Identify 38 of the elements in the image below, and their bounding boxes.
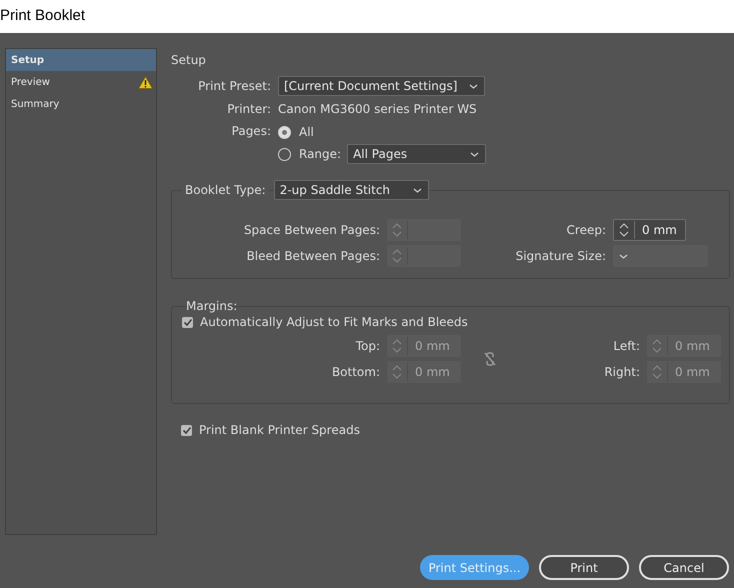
field-label: Left: (612, 339, 640, 353)
window-title: Print Booklet (0, 0, 734, 33)
caret-icon (412, 188, 422, 192)
sidebar-item[interactable]: Summary (6, 93, 156, 115)
checkbox[interactable] (182, 316, 193, 328)
checkbox-label: Automatically Adjust to Fit Marks and Bleeds (200, 315, 468, 329)
booklet-type-dropdown[interactable]: 2-up Saddle Stitch (274, 180, 429, 200)
caret-icon (619, 254, 628, 258)
group-label: Margins: (185, 299, 238, 313)
caret-icon (470, 152, 480, 156)
checkbox-label: Print Blank Printer Spreads (199, 423, 360, 437)
sidebar-item[interactable]: Preview (6, 71, 156, 93)
radio-label: All (299, 125, 314, 139)
field-label: Bottom: (330, 365, 380, 379)
range-dropdown[interactable]: All Pages (347, 144, 486, 164)
preset-dropdown[interactable]: [Current Document Settings] (278, 76, 485, 96)
field-label: Signature Size: (514, 249, 606, 263)
field-label: Space Between Pages: (242, 223, 380, 237)
radio-button[interactable] (278, 148, 291, 160)
warning-icon (138, 76, 153, 88)
dialog-button[interactable]: Print (539, 555, 629, 580)
field-label: Pages: (230, 123, 271, 138)
field-label: Print Preset: (197, 79, 271, 93)
field-label: Printer: (226, 102, 271, 116)
section-title: Setup (171, 52, 207, 69)
radio-button[interactable] (278, 126, 291, 138)
printer-name: Canon MG3600 series Printer WS (278, 102, 478, 116)
dialog-button[interactable]: Cancel (639, 555, 729, 580)
group-label: Booklet Type: (182, 183, 269, 197)
field-label: Bleed Between Pages: (246, 249, 380, 263)
field-label: Top: (354, 339, 380, 353)
field-label: Creep: (566, 223, 606, 237)
number-field[interactable]: 0 mm (613, 219, 686, 241)
checkbox[interactable] (181, 424, 192, 436)
radio-label: Range: (299, 147, 342, 161)
caret-icon (469, 84, 478, 88)
field-label: Right: (603, 365, 640, 379)
sidebar-item[interactable]: Setup (6, 49, 156, 71)
